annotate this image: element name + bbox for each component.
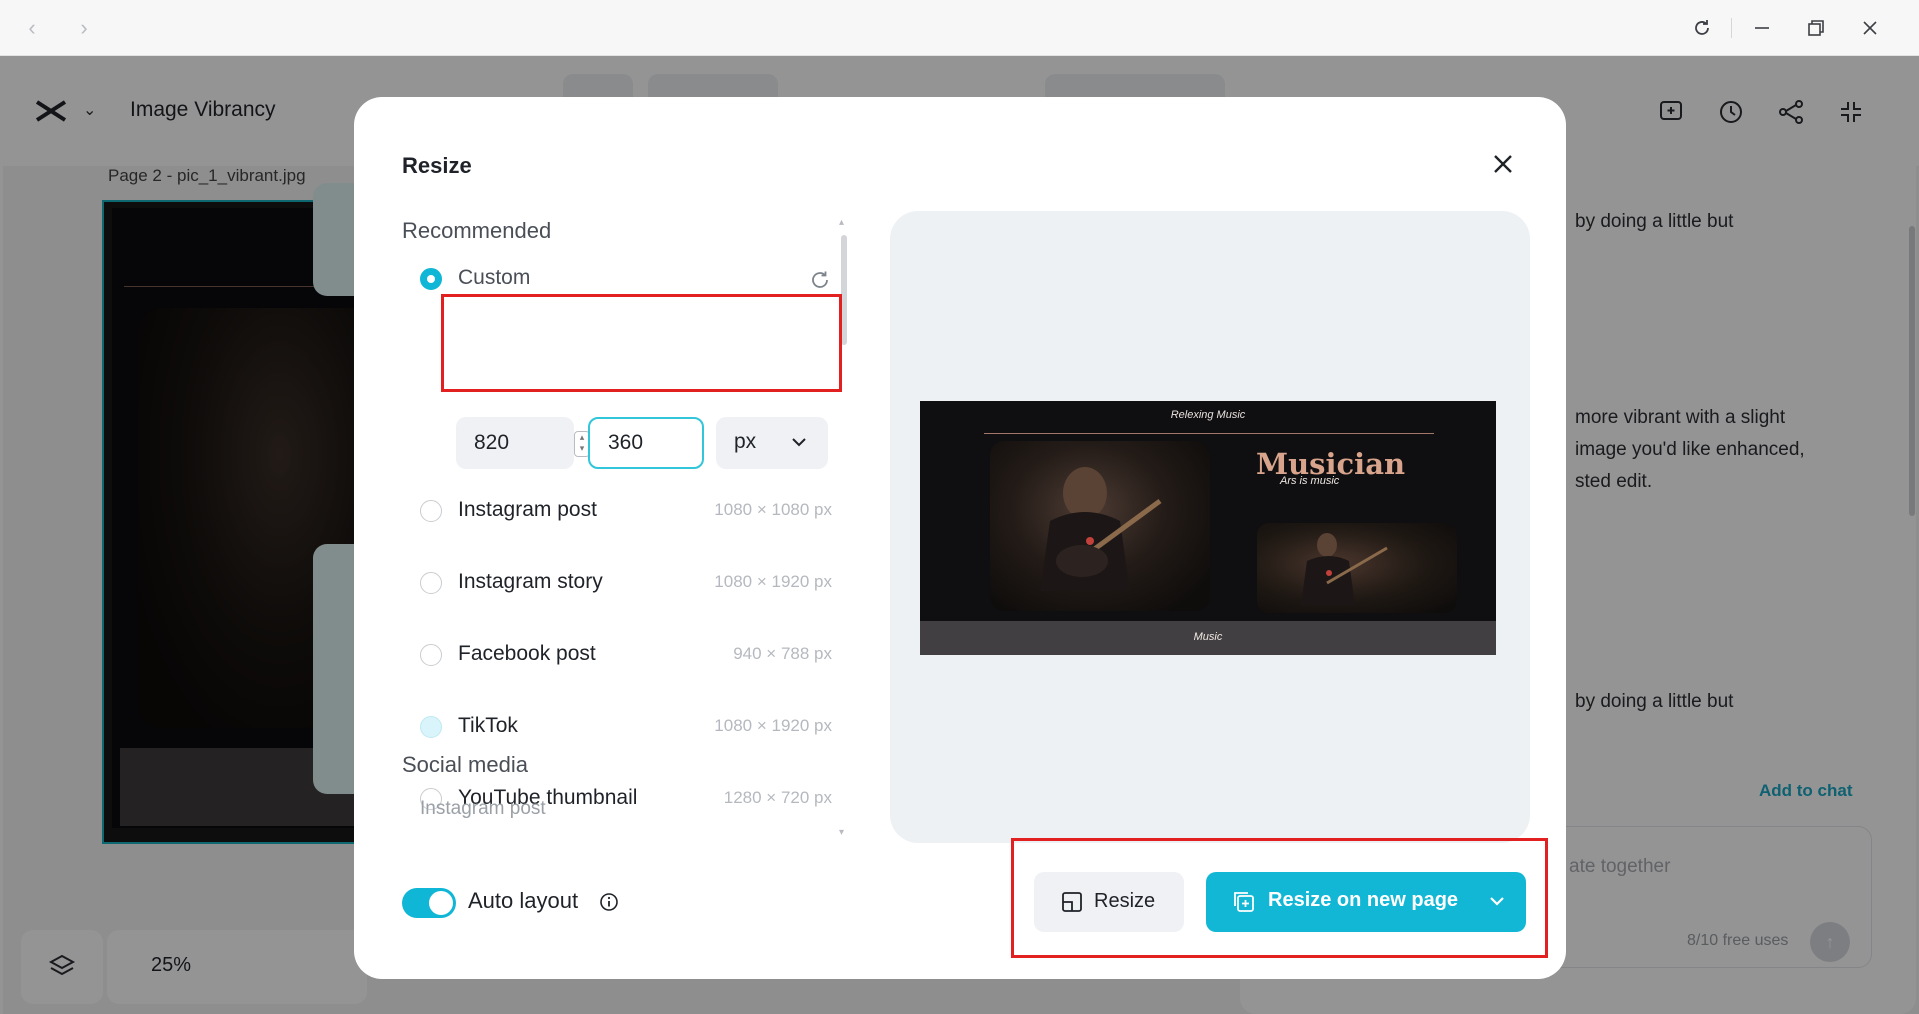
close-icon[interactable] [1486, 147, 1520, 181]
resize-preview-panel: Relexing Music Musician Ars is music Mus… [890, 211, 1530, 843]
radio-instagram-story[interactable] [420, 572, 442, 594]
width-input[interactable]: 820 [456, 417, 574, 469]
option-size: 1080 × 1920 px [714, 572, 832, 591]
preview-image: Relexing Music Musician Ars is music Mus… [920, 401, 1496, 655]
title-bar-divider [1731, 18, 1732, 38]
options-scrollbar[interactable]: ▴ ▾ [839, 217, 849, 845]
preview-subtitle: Ars is music [1280, 475, 1340, 487]
scroll-down-icon[interactable]: ▾ [839, 827, 844, 838]
auto-layout-toggle[interactable] [402, 888, 456, 918]
size-option-facebook-post[interactable]: Facebook post 940 × 788 px [420, 636, 832, 676]
restore-icon[interactable] [1802, 14, 1830, 42]
option-label: Custom [458, 266, 531, 289]
preview-header-text: Relexing Music [1170, 409, 1246, 421]
size-option-instagram-story[interactable]: Instagram story 1080 × 1920 px [420, 564, 832, 604]
option-size: 940 × 788 px [733, 644, 832, 663]
option-size: 1080 × 1920 px [714, 716, 832, 735]
unit-select[interactable]: px [716, 417, 828, 469]
highlight-box-dimensions [441, 294, 842, 392]
dialog-title: Resize [402, 153, 472, 178]
radio-custom[interactable] [420, 268, 442, 290]
reset-icon[interactable] [808, 268, 832, 292]
option-label: Instagram post [458, 498, 597, 521]
preview-footer: Music [920, 621, 1496, 655]
preview-divider [984, 433, 1434, 434]
radio-tiktok[interactable] [420, 716, 442, 738]
scroll-up-icon[interactable]: ▴ [839, 217, 844, 228]
preview-footer-text: Music [1193, 631, 1223, 643]
highlight-box-resize-buttons [1011, 838, 1548, 958]
auto-layout-label: Auto layout [468, 888, 579, 913]
height-input[interactable]: 360 [588, 417, 704, 469]
option-label: Facebook post [458, 642, 596, 665]
preview-photo-small [1257, 523, 1457, 613]
size-option-tiktok[interactable]: TikTok 1080 × 1920 px [420, 708, 832, 748]
option-size: 1280 × 720 px [723, 788, 832, 807]
radio-facebook-post[interactable] [420, 644, 442, 666]
preview-photo-guitarist [990, 441, 1210, 611]
option-label: Instagram story [458, 570, 603, 593]
section-heading-recommended: Recommended [402, 218, 552, 243]
chevron-down-icon [792, 438, 806, 447]
close-icon[interactable] [1856, 14, 1884, 42]
browser-title-bar: ‹ › [0, 0, 1919, 56]
option-label: TikTok [458, 714, 518, 737]
unit-value: px [734, 430, 757, 453]
size-option-instagram-post[interactable]: Instagram post 1080 × 1080 px [420, 492, 832, 532]
radio-instagram-post[interactable] [420, 500, 442, 522]
refresh-icon[interactable] [1688, 14, 1716, 42]
chevron-right-icon[interactable]: › [70, 14, 98, 42]
option-size: 1080 × 1080 px [714, 500, 832, 519]
section-heading-social-media: Social media [402, 752, 528, 777]
chevron-left-icon[interactable]: ‹ [18, 14, 46, 42]
list-item[interactable]: Instagram post [420, 798, 546, 820]
info-icon[interactable] [599, 892, 619, 912]
minimize-icon[interactable] [1748, 14, 1776, 42]
